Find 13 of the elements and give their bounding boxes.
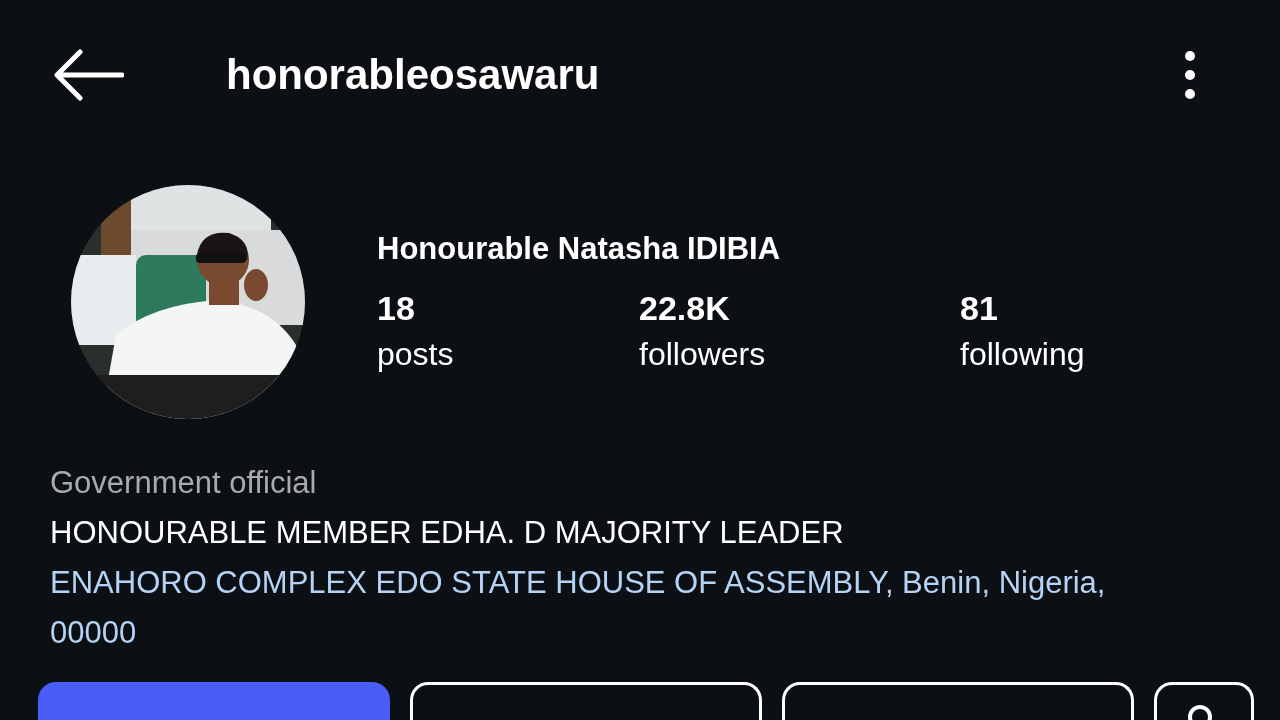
category-label: Government official — [50, 464, 318, 502]
address-link[interactable]: ENAHORO COMPLEX EDO STATE HOUSE OF ASSEMBLY, Benin, Nigeria, 00000 — [50, 558, 1200, 658]
stat-count[interactable]: 22.8K — [639, 289, 960, 328]
stat-label[interactable]: posts — [377, 336, 639, 373]
stat-label[interactable]: followers — [639, 336, 960, 373]
back-arrow-icon[interactable] — [52, 48, 124, 102]
more-options-icon[interactable] — [1184, 50, 1196, 100]
bio-text: HONOURABLE MEMBER EDHA. D MAJORITY LEADER — [50, 514, 845, 552]
username: honorableosawaru — [226, 51, 601, 99]
display-name: Honourable Natasha IDIBIA — [377, 231, 782, 267]
stat-count[interactable]: 18 — [377, 289, 639, 328]
stat-count[interactable]: 81 — [960, 289, 1085, 328]
stat-label[interactable]: following — [960, 336, 1085, 373]
